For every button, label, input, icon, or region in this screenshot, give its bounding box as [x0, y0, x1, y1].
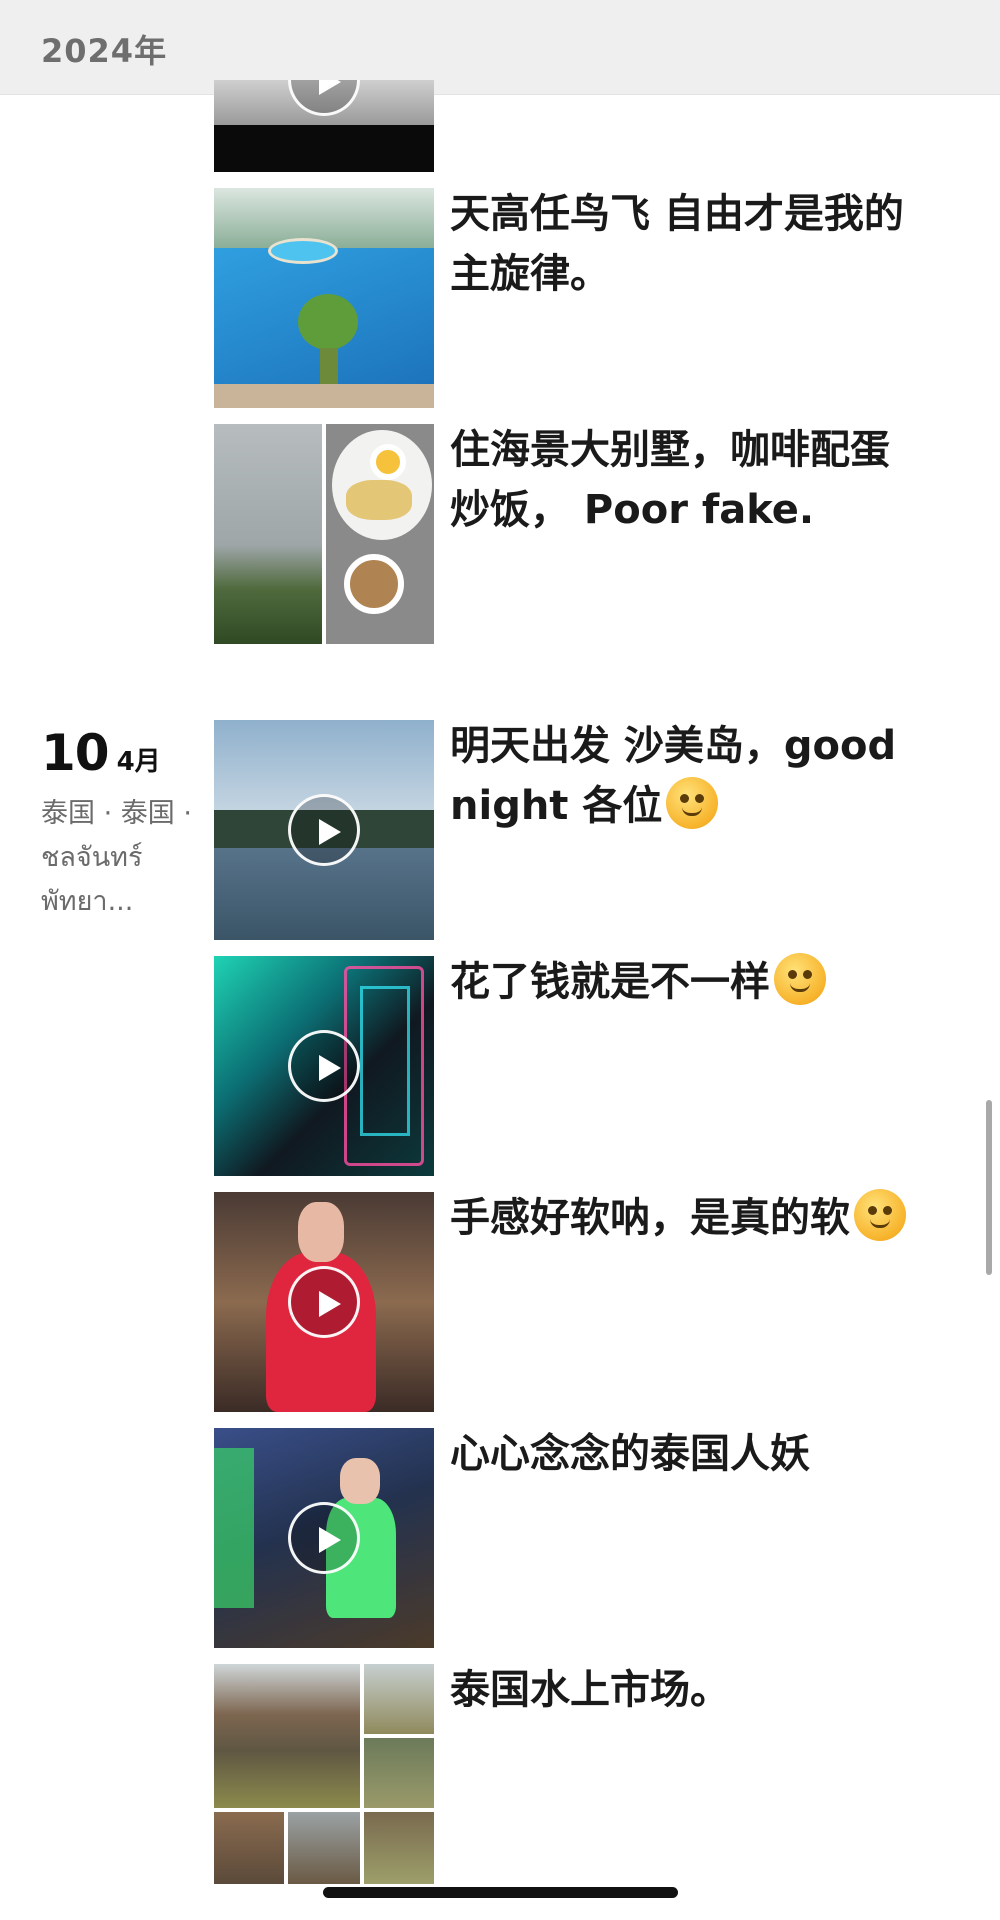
wink-emoji	[854, 1189, 906, 1241]
play-icon	[288, 1266, 360, 1338]
post-thumbnail-video[interactable]	[214, 1192, 434, 1412]
date-month: 4月	[116, 747, 161, 777]
post-text[interactable]: 明天出发 沙美岛，good night 各位	[450, 716, 920, 836]
post-thumbnail-pool[interactable]	[214, 188, 434, 408]
date-block: 10 4月 泰国 · 泰国 · ชลจันทร์ พัทยา...	[41, 724, 201, 924]
salute-emoji	[666, 777, 719, 829]
post-thumbnail-video[interactable]	[214, 956, 434, 1176]
sea-view-photo	[214, 424, 322, 644]
date-day: 10	[41, 724, 110, 782]
year-header: 2024年	[0, 0, 1000, 95]
post-text[interactable]: 住海景大别墅，咖啡配蛋炒饭， Poor fake.	[450, 420, 920, 540]
post-caption: 手感好软呐，是真的软	[450, 1195, 850, 1241]
post-text[interactable]: 泰国水上市场。	[450, 1660, 920, 1720]
year-label: 2024年	[41, 32, 168, 70]
post-thumbnail-floating-market[interactable]	[214, 1664, 434, 1884]
smiling-emoji	[774, 953, 826, 1005]
play-icon	[288, 1502, 360, 1574]
post-text[interactable]: 心心念念的泰国人妖	[450, 1424, 920, 1484]
scrollbar[interactable]	[986, 1100, 992, 1275]
post-text[interactable]: 手感好软呐，是真的软	[450, 1188, 920, 1248]
post-thumbnail-video[interactable]	[214, 80, 434, 172]
post-caption: 花了钱就是不一样	[450, 959, 770, 1005]
play-icon	[288, 794, 360, 866]
post-text[interactable]: 花了钱就是不一样	[450, 952, 920, 1012]
home-indicator[interactable]	[323, 1887, 678, 1898]
post-thumbnail-sea-breakfast[interactable]	[214, 424, 434, 644]
post-thumbnail-video[interactable]	[214, 1428, 434, 1648]
post-thumbnail-video[interactable]	[214, 720, 434, 940]
post-text[interactable]: 天高任鸟飞 自由才是我的主旋律。	[450, 184, 920, 304]
play-icon	[288, 1030, 360, 1102]
location-label[interactable]: 泰国 · 泰国 · ชลจันทร์ พัทยา...	[41, 792, 199, 924]
